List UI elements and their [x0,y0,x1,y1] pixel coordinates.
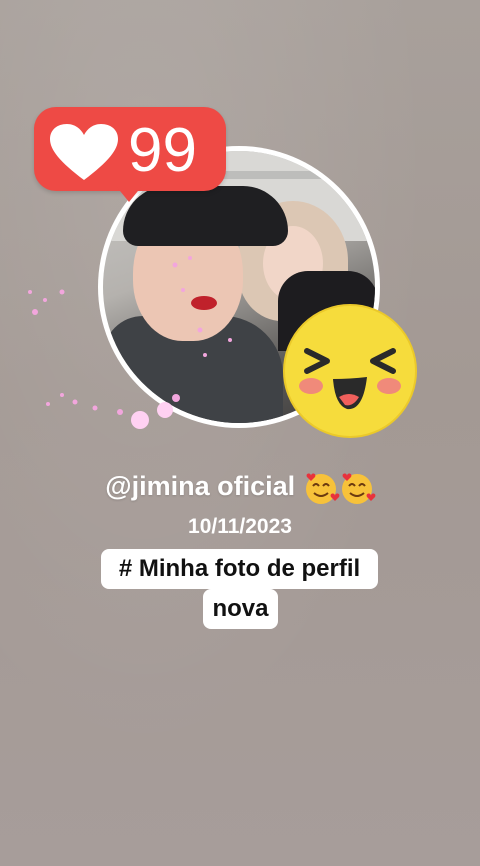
heart-icon [50,124,118,180]
laughing-emoji-icon [283,304,417,438]
username-text: @jimina oficial [105,471,296,501]
caption-text-line1: # Minha foto de perfil [118,555,361,582]
post-date: 10/11/2023 [188,515,292,538]
heart-face-emoji-icon [305,473,376,504]
caption-label: # Minha foto de perfil [101,549,378,589]
caption-label-continued: nova [203,589,278,629]
caption-text-line2: nova [212,595,269,622]
like-count: 99 [128,116,197,185]
username: @jimina oficial [96,466,386,506]
